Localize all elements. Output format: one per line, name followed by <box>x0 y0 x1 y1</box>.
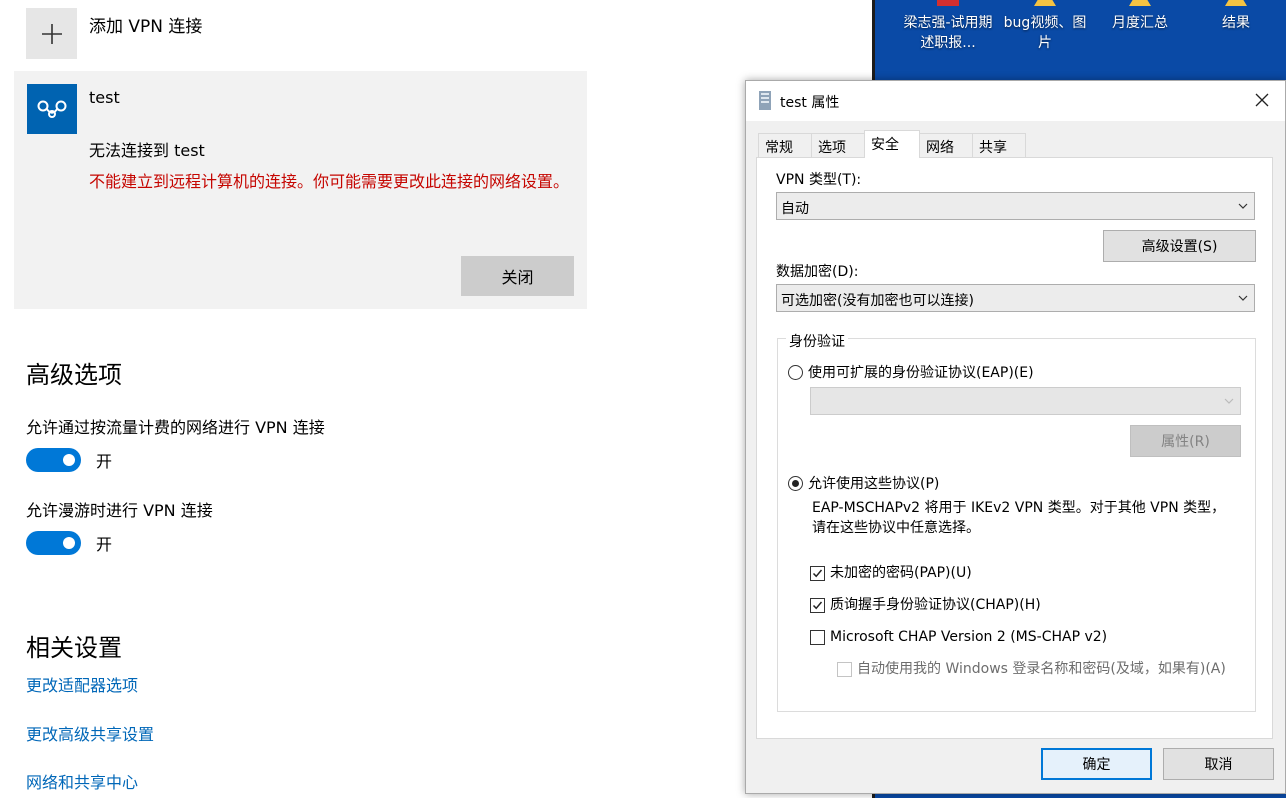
close-icon[interactable] <box>1253 91 1271 109</box>
vpn-settings-page: 添加 VPN 连接 test 无法连接到 test 不能建立到远程计算机的连接。… <box>0 0 872 798</box>
security-tab-panel: VPN 类型(T): 自动 高级设置(S) 数据加密(D): 可选加密(没有加密… <box>756 157 1273 739</box>
folder-icon <box>1129 0 1151 6</box>
tab-general[interactable]: 常规 <box>758 133 812 157</box>
protocols-radio-option[interactable]: 允许使用这些协议(P) <box>788 473 939 493</box>
chap-checkbox[interactable] <box>810 598 825 613</box>
folder-icon <box>1034 0 1056 6</box>
checkmark-icon <box>812 569 823 578</box>
vpn-type-label: VPN 类型(T): <box>776 172 862 188</box>
vpn-name: test <box>89 88 120 107</box>
metered-option-label: 允许通过按流量计费的网络进行 VPN 连接 <box>26 418 325 437</box>
plus-icon <box>41 23 62 44</box>
vpn-type-select[interactable]: 自动 <box>776 192 1255 220</box>
autologon-label: 自动使用我的 Windows 登录名称和密码(及域，如果有)(A) <box>857 661 1226 677</box>
vpn-type-value: 自动 <box>781 201 809 217</box>
protocols-radio-label: 允许使用这些协议(P) <box>808 476 940 492</box>
desktop-icon-report[interactable]: 梁志强-试用期述职报... <box>903 0 993 53</box>
eap-radio-label: 使用可扩展的身份验证协议(EAP)(E) <box>808 365 1034 381</box>
protocols-note: EAP-MSCHAPv2 将用于 IKEv2 VPN 类型。对于其他 VPN 类… <box>812 500 1226 536</box>
eap-method-select[interactable] <box>810 387 1241 415</box>
metered-toggle-row: 开 <box>26 448 112 472</box>
pap-checkbox[interactable] <box>810 566 825 581</box>
roaming-option-label: 允许漫游时进行 VPN 连接 <box>26 501 213 520</box>
related-settings-heading: 相关设置 <box>26 634 122 662</box>
eap-radio[interactable] <box>788 364 803 380</box>
autologon-checkbox[interactable] <box>837 662 852 677</box>
authentication-group-title: 身份验证 <box>786 331 848 351</box>
eap-properties-button[interactable]: 属性(R) <box>1130 425 1241 457</box>
dialog-title: test 属性 <box>780 95 840 111</box>
eap-radio-option[interactable]: 使用可扩展的身份验证协议(EAP)(E) <box>788 362 1034 382</box>
desktop-icon-bug-folder[interactable]: bug视频、图片 <box>1000 0 1090 53</box>
add-vpn-label[interactable]: 添加 VPN 连接 <box>89 12 202 37</box>
advanced-options-heading: 高级选项 <box>26 361 122 389</box>
tab-sharing[interactable]: 共享 <box>972 133 1026 157</box>
checkmark-icon <box>812 601 823 610</box>
ok-button[interactable]: 确定 <box>1041 748 1152 780</box>
chap-option[interactable]: 质询握手身份验证协议(CHAP)(H) <box>810 595 1041 615</box>
protocols-radio[interactable] <box>788 475 803 491</box>
mschap-checkbox[interactable] <box>810 630 825 645</box>
desktop-icon-label: bug视频、图片 <box>1003 15 1087 51</box>
chevron-down-icon <box>1238 203 1248 209</box>
dialog-titlebar[interactable]: test 属性 <box>746 81 1285 121</box>
encryption-label: 数据加密(D): <box>776 264 859 280</box>
vpn-icon <box>27 84 77 134</box>
vpn-status: 无法连接到 test <box>89 141 205 160</box>
roaming-toggle-state: 开 <box>96 535 113 554</box>
advanced-settings-button[interactable]: 高级设置(S) <box>1103 230 1256 262</box>
link-adapter-options[interactable]: 更改适配器选项 <box>26 672 138 696</box>
chevron-down-icon <box>1224 398 1234 404</box>
tab-options[interactable]: 选项 <box>811 133 865 157</box>
chap-label: 质询握手身份验证协议(CHAP)(H) <box>830 597 1041 613</box>
roaming-toggle-row: 开 <box>26 531 112 555</box>
cancel-button[interactable]: 取消 <box>1163 748 1274 780</box>
document-icon <box>937 0 959 6</box>
tab-networking[interactable]: 网络 <box>919 133 973 157</box>
add-vpn-connection[interactable]: 添加 VPN 连接 <box>26 8 202 59</box>
close-button[interactable]: 关闭 <box>461 256 574 296</box>
folder-icon <box>1225 0 1247 6</box>
metered-toggle[interactable] <box>26 448 81 472</box>
pap-label: 未加密的密码(PAP)(U) <box>830 565 972 581</box>
link-network-sharing-center[interactable]: 网络和共享中心 <box>26 769 138 793</box>
link-advanced-sharing[interactable]: 更改高级共享设置 <box>26 721 154 745</box>
vpn-properties-dialog: test 属性 常规 选项 安全 网络 共享 VPN 类型(T): 自动 高级设… <box>745 80 1286 794</box>
pap-option[interactable]: 未加密的密码(PAP)(U) <box>810 563 972 583</box>
autologon-option[interactable]: 自动使用我的 Windows 登录名称和密码(及域，如果有)(A) <box>837 659 1237 679</box>
vpn-connection-card[interactable]: test 无法连接到 test 不能建立到远程计算机的连接。你可能需要更改此连接… <box>14 71 587 309</box>
encryption-value: 可选加密(没有加密也可以连接) <box>781 293 974 309</box>
add-vpn-tile[interactable] <box>26 8 77 59</box>
mschap-option[interactable]: Microsoft CHAP Version 2 (MS-CHAP v2) <box>810 627 1107 647</box>
tab-security[interactable]: 安全 <box>864 130 920 158</box>
vpn-error-message: 不能建立到远程计算机的连接。你可能需要更改此连接的网络设置。 <box>89 172 570 191</box>
metered-toggle-state: 开 <box>96 452 113 471</box>
desktop-icon-result-folder[interactable]: 结果 <box>1191 0 1281 33</box>
desktop-icon-monthly-folder[interactable]: 月度汇总 <box>1095 0 1185 33</box>
mschap-label: Microsoft CHAP Version 2 (MS-CHAP v2) <box>830 629 1108 645</box>
roaming-toggle[interactable] <box>26 531 81 555</box>
encryption-select[interactable]: 可选加密(没有加密也可以连接) <box>776 284 1255 312</box>
network-connection-icon <box>759 91 771 110</box>
chevron-down-icon <box>1238 295 1248 301</box>
desktop-icon-label: 梁志强-试用期述职报... <box>903 15 993 51</box>
